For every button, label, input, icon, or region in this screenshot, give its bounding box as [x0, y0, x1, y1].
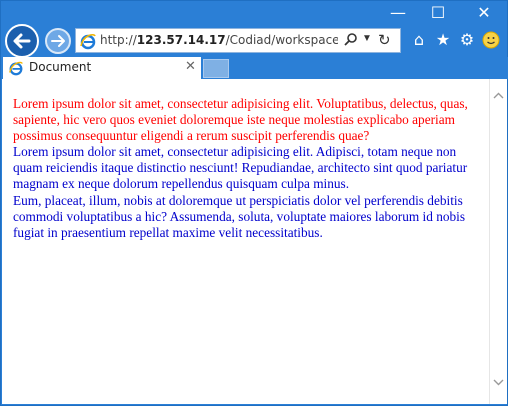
paragraph-blue-1: Lorem ipsum dolor sit amet, consectetur … — [13, 144, 468, 192]
new-tab-button[interactable] — [203, 59, 229, 78]
scroll-up-icon[interactable] — [490, 89, 507, 103]
ie-icon — [80, 33, 96, 50]
tab-title: Document — [29, 60, 92, 74]
ie-icon — [9, 61, 23, 76]
back-button[interactable] — [5, 24, 39, 58]
close-icon: ✕ — [477, 3, 491, 22]
maximize-button[interactable]: ☐ — [415, 1, 461, 25]
forward-arrow-icon — [51, 35, 65, 47]
back-arrow-icon — [13, 33, 31, 49]
close-window-button[interactable]: ✕ — [461, 1, 507, 25]
smiley-feedback-icon[interactable] — [481, 30, 501, 50]
dropdown-icon[interactable]: ▼ — [362, 33, 372, 44]
scroll-down-icon[interactable] — [490, 375, 507, 389]
browser-window: — ☐ ✕ http://123.57.14.17/Codiad/workspa… — [0, 0, 508, 406]
home-icon[interactable]: ⌂ — [409, 30, 429, 50]
tab-strip: Document ✕ — [1, 57, 508, 79]
favorites-star-icon[interactable]: ★ — [433, 30, 453, 50]
minimize-icon: — — [390, 3, 406, 22]
forward-button[interactable] — [45, 28, 71, 54]
vertical-scrollbar[interactable] — [489, 79, 507, 404]
gear-icon[interactable]: ⚙ — [457, 30, 477, 50]
tab-document[interactable]: Document ✕ — [3, 57, 201, 79]
page-content: Lorem ipsum dolor sit amet, consectetur … — [2, 79, 489, 404]
address-bar[interactable]: http://123.57.14.17/Codiad/workspace/co … — [75, 28, 401, 53]
close-icon[interactable]: ✕ — [185, 59, 196, 74]
refresh-icon[interactable]: ↻ — [378, 31, 391, 49]
search-icon[interactable] — [343, 32, 359, 48]
paragraph-blue-2: Eum, placeat, illum, nobis at doloremque… — [13, 192, 466, 240]
paragraph-red: Lorem ipsum dolor sit amet, consectetur … — [13, 96, 468, 144]
address-url[interactable]: http://123.57.14.17/Codiad/workspace/co — [100, 33, 338, 47]
maximize-icon: ☐ — [430, 3, 446, 22]
document-text: Lorem ipsum dolor sit amet, consectetur … — [13, 96, 481, 241]
